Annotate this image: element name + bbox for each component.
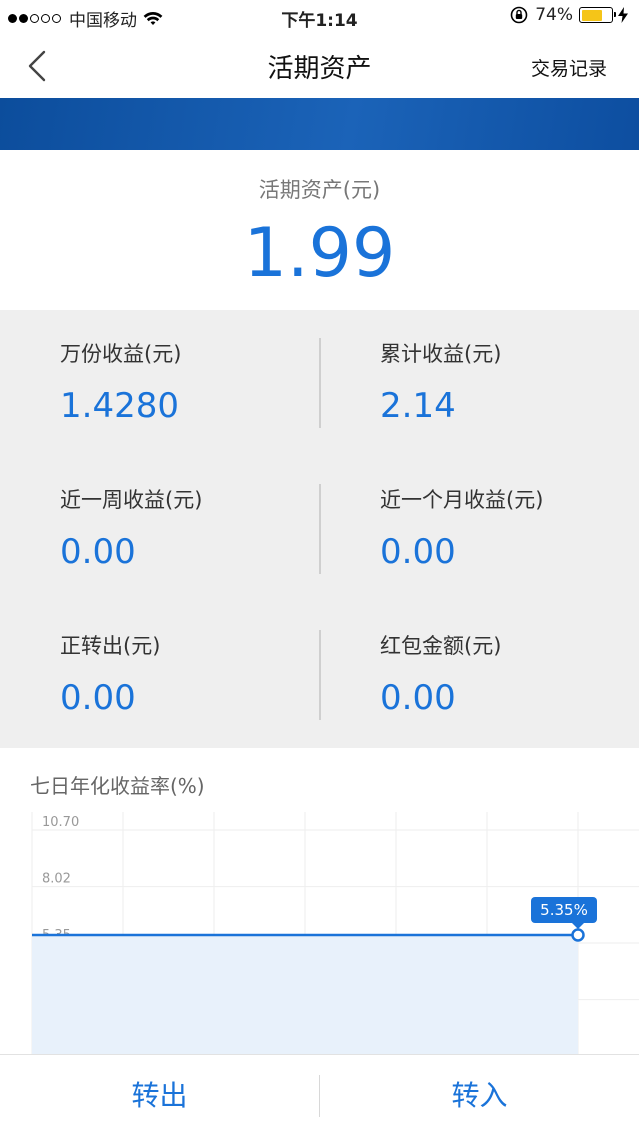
bottom-action-bar: 转出 转入 (0, 1054, 639, 1136)
tooltip-pointer (572, 923, 584, 929)
stat-value: 0.00 (60, 678, 136, 718)
stat-label: 万份收益(元) (60, 342, 182, 366)
stat-value: 1.4280 (60, 386, 179, 426)
header-banner (0, 98, 639, 150)
y-tick-label: 10.70 (42, 815, 79, 830)
stat-label: 近一个月收益(元) (380, 488, 544, 512)
transfer-in-button[interactable]: 转入 (320, 1055, 639, 1137)
chevron-left-icon (28, 50, 46, 82)
battery-icon (579, 7, 616, 23)
stat-label: 近一周收益(元) (60, 488, 203, 512)
asset-label: 活期资产(元) (258, 178, 381, 202)
stat-week: 近一周收益(元) 0.00 (0, 456, 320, 602)
stat-value: 0.00 (380, 532, 456, 572)
stat-value: 0.00 (380, 678, 456, 718)
battery-percent: 74% (535, 5, 573, 25)
earnings-stats: 万份收益(元) 1.4280 累计收益(元) 2.14 近一周收益(元) 0.0… (0, 310, 639, 748)
status-right: 74% (509, 5, 629, 25)
rotation-lock-icon (510, 6, 528, 24)
asset-summary: 活期资产(元) 1.99 (0, 150, 639, 310)
stat-red-packet: 红包金额(元) 0.00 (320, 602, 639, 748)
battery-tip (614, 12, 616, 17)
stat-label: 累计收益(元) (380, 342, 502, 366)
transaction-records-link[interactable]: 交易记录 (531, 54, 607, 81)
stat-month: 近一个月收益(元) 0.00 (320, 456, 639, 602)
battery-level (581, 9, 603, 21)
stat-value: 0.00 (60, 532, 136, 572)
stat-label: 正转出(元) (60, 634, 161, 658)
stat-transferring-out: 正转出(元) 0.00 (0, 602, 320, 748)
status-bar: 中国移动 下午1:14 74% (0, 0, 639, 34)
series-area (32, 935, 578, 1054)
charging-icon (618, 7, 628, 23)
stat-label: 红包金额(元) (380, 634, 502, 658)
nav-bar: 活期资产 交易记录 (0, 34, 639, 98)
data-point-latest (571, 928, 585, 942)
stat-per-ten-thousand: 万份收益(元) 1.4280 (0, 310, 320, 456)
asset-value: 1.99 (243, 214, 396, 293)
chart-canvas[interactable]: 10.708.025.352.675.35% (0, 748, 639, 1054)
back-button[interactable] (18, 46, 58, 86)
stat-cumulative: 累计收益(元) 2.14 (320, 310, 639, 456)
stat-value: 2.14 (380, 386, 456, 426)
tooltip-label: 5.35% (540, 901, 588, 919)
y-tick-label: 8.02 (42, 872, 71, 887)
yield-chart: 七日年化收益率(%) 10.708.025.352.675.35% (0, 748, 639, 1054)
transfer-out-button[interactable]: 转出 (0, 1055, 319, 1137)
